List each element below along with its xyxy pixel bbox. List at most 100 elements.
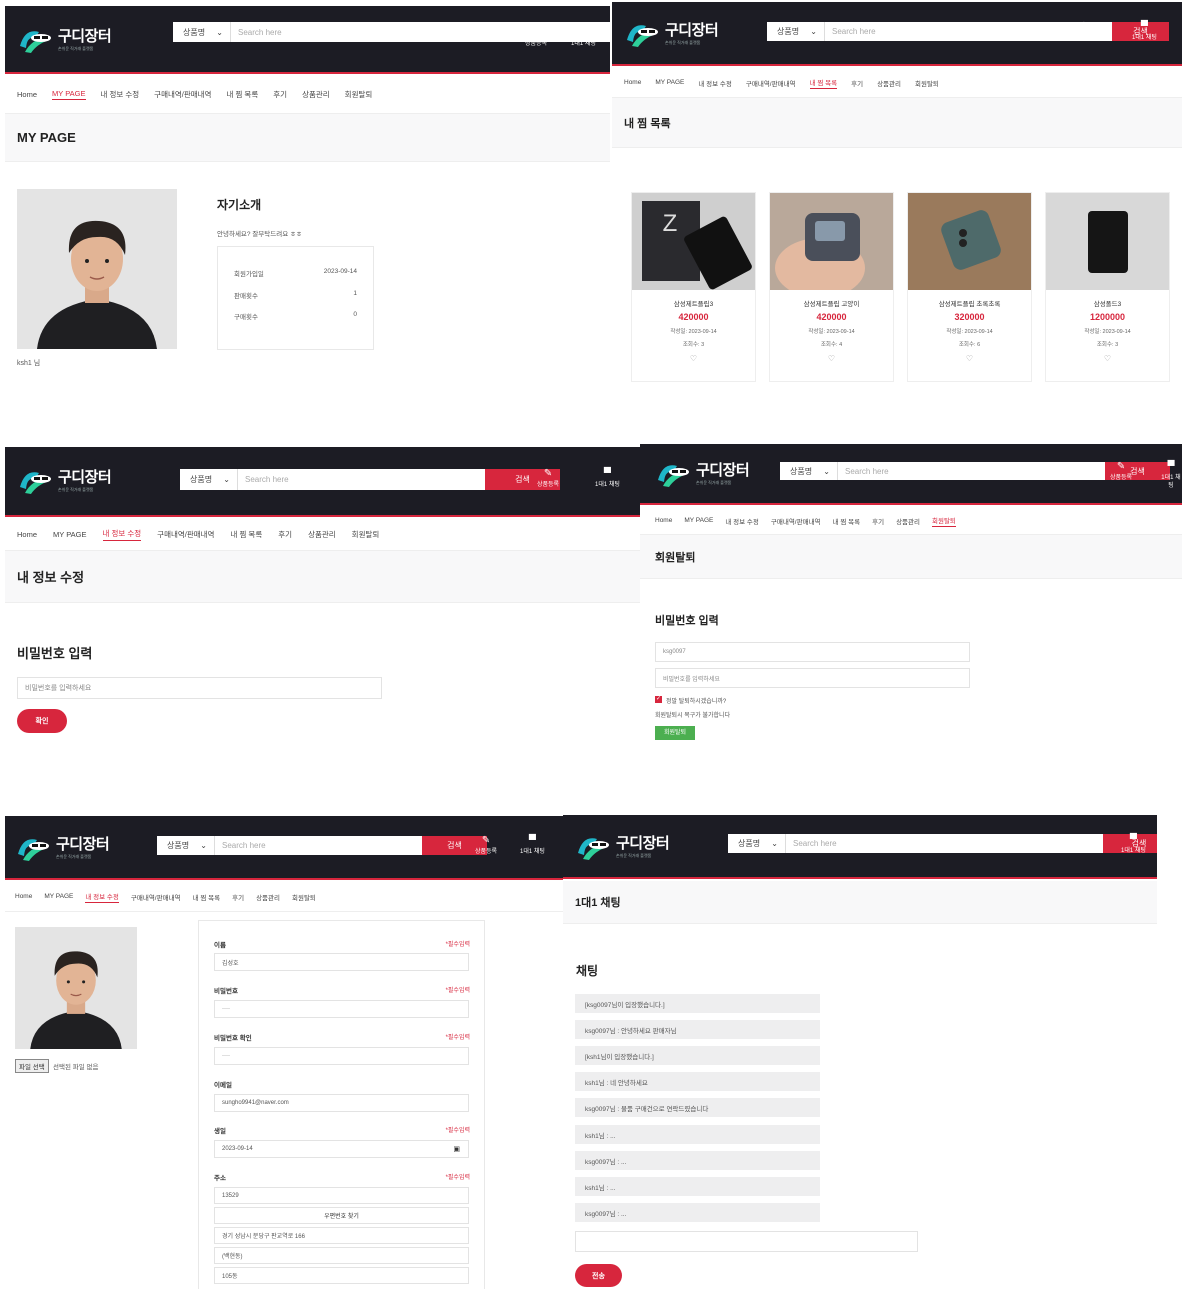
nav-item[interactable]: 후기 [273,89,287,100]
nav-item[interactable]: 회원탈퇴 [931,515,956,527]
search-category-select[interactable]: 상품명 ⌄ [767,22,825,41]
nav-item[interactable]: 내 정보 수정 [102,528,142,541]
birth-input[interactable]: 2023-09-14 ▣ [214,1140,469,1158]
register-product-link[interactable]: ✎ 상품등록 [1110,461,1132,482]
search-category-select[interactable]: 상품명 ⌄ [728,834,786,853]
nav-item[interactable]: 구매내역/판매내역 [131,892,181,902]
site-logo[interactable]: 구디장터 손쉬운 직거래 플랫폼 [17,467,112,495]
chat-link[interactable]: ▀ 1대1 채팅 [1121,834,1146,855]
nav-item[interactable]: 내 정보 수정 [85,891,119,903]
nav-item[interactable]: 상품관리 [302,89,330,100]
register-product-link[interactable]: ✎ 상품등록 [525,27,547,48]
chat-link[interactable]: ▀ 1대1 채팅 [520,835,545,856]
nav-item[interactable]: 내 정보 수정 [101,89,140,100]
search-input[interactable]: Search here [786,834,1103,853]
edit-icon: ✎ [481,835,491,846]
nav-item[interactable]: 후기 [278,529,292,540]
product-card[interactable]: 삼성제트플립 초록초록 320000 작성일: 2023-09-14 조회수: … [907,192,1032,382]
site-logo[interactable]: 구디장터 손쉬운 직거래 플랫폼 [575,833,670,861]
nav-item[interactable]: 후기 [872,516,884,526]
nav-item[interactable]: 회원탈퇴 [292,892,316,902]
register-product-link[interactable]: ✎ 상품등록 [475,835,497,856]
product-card[interactable]: Z 삼성제트플립3 420000 작성일: 2023-09-14 조회수: 3 … [631,192,756,382]
nav-item[interactable]: MY PAGE [44,893,73,900]
password-input[interactable]: 비밀번호를 입력하세요 [17,677,382,699]
nav-item[interactable]: MY PAGE [52,89,86,100]
nav-item[interactable]: Home [624,79,641,86]
site-logo[interactable]: 구디장터 손쉬운 직거래 플랫폼 [624,20,719,48]
confirm-checkbox[interactable]: ✓ [655,696,662,703]
product-card[interactable]: 삼성제트플립 고양이 420000 작성일: 2023-09-14 조회수: 4… [769,192,894,382]
nav-item[interactable]: 상품관리 [308,529,336,540]
search-input[interactable]: Search here [238,469,485,490]
send-button[interactable]: 전송 [575,1264,622,1287]
nav-item[interactable]: 구매내역/판매내역 [157,529,214,540]
search-input[interactable]: Search here [838,462,1105,480]
address-detail-input[interactable]: 105동 [214,1267,469,1284]
nav-item[interactable]: 구매내역/판매내역 [771,516,821,526]
nav-item[interactable]: MY PAGE [53,530,86,539]
nav-item[interactable]: 후기 [232,892,244,902]
password-input[interactable]: 비밀번호를 입력하세요 [655,668,970,688]
nav-item[interactable]: Home [17,530,37,539]
register-product-link[interactable]: ✎ 상품등록 [537,468,559,489]
heart-icon[interactable]: ♡ [908,354,1031,363]
nav-item[interactable]: 회원탈퇴 [352,529,380,540]
chat-link[interactable]: ▀ 1대1 채팅 [1132,21,1157,42]
product-card[interactable]: 삼성폴드3 1200000 작성일: 2023-09-14 조회수: 3 ♡ [1045,192,1170,382]
heart-icon[interactable]: ♡ [770,354,893,363]
chat-input[interactable] [575,1231,918,1252]
nav-item[interactable]: 상품관리 [256,892,280,902]
nav-item[interactable]: Home [655,517,672,524]
file-select-button[interactable]: 파일 선택 [15,1059,49,1073]
chat-link[interactable]: ▀ 1대1 채팅 [595,468,620,489]
nav-item[interactable]: 상품관리 [877,78,901,88]
nav-item[interactable]: 회원탈퇴 [915,78,939,88]
calendar-icon[interactable]: ▣ [453,1145,460,1153]
nav-item[interactable]: 회원탈퇴 [345,89,373,100]
user-id-input[interactable]: ksg0097 [655,642,970,662]
email-input[interactable]: sungho9941@naver.com [214,1094,469,1112]
nav-item[interactable]: Home [15,893,32,900]
site-logo[interactable]: 구디장터 손쉬운 직거래 플랫폼 [15,834,110,862]
chat-link[interactable]: ▀ 1대1 채팅 [571,27,596,48]
site-logo[interactable]: 구디장터 손쉬운 직거래 플랫폼 [17,26,112,54]
register-product-link[interactable]: ✎ 상품등록 [1074,21,1096,42]
search-input[interactable]: Search here [825,22,1112,41]
nav-item[interactable]: 내 정보 수정 [698,78,732,88]
password-confirm-input[interactable]: ···· [214,1047,469,1065]
confirm-button[interactable]: 확인 [17,709,67,733]
address-extra-input[interactable]: (백현동) [214,1247,469,1264]
nav-item[interactable]: 내 찜 목록 [833,516,861,526]
search-input[interactable]: Search here [231,22,610,42]
zipcode-search-button[interactable]: 우편번호 찾기 [214,1207,469,1224]
nav-item[interactable]: 상품관리 [896,516,920,526]
register-product-link[interactable]: ✎ 상품등록 [1063,834,1085,855]
name-input[interactable]: 김성호 [214,953,469,971]
heart-icon[interactable]: ♡ [1046,354,1169,363]
withdraw-button[interactable]: 회원탈퇴 [655,726,695,740]
nav-item[interactable]: 구매내역/판매내역 [154,89,211,100]
address-input[interactable]: 경기 성남시 분당구 판교역로 166 [214,1227,469,1244]
nav-item[interactable]: 구매내역/판매내역 [746,78,796,88]
search-category-select[interactable]: 상품명 ⌄ [157,836,215,855]
nav-item[interactable]: MY PAGE [655,79,684,86]
nav-item[interactable]: 내 찜 목록 [226,89,258,100]
nav-item[interactable]: 내 찜 목록 [809,77,838,89]
site-logo[interactable]: 구디장터 손쉬운 직거래 플랫폼 [655,460,750,488]
nav-item[interactable]: MY PAGE [684,517,713,524]
nav-item[interactable]: 내 찜 목록 [193,892,221,902]
password-input[interactable]: ···· [214,1000,469,1018]
zipcode-input[interactable]: 13529 [214,1187,469,1204]
nav-item[interactable]: 내 찜 목록 [230,529,262,540]
nav-item[interactable]: 내 정보 수정 [725,516,759,526]
search-input[interactable]: Search here [215,836,422,855]
search-category-select[interactable]: 상품명 ⌄ [780,462,838,480]
heart-icon[interactable]: ♡ [632,354,755,363]
nav-item[interactable]: 후기 [851,78,863,88]
search-category-select[interactable]: 상품명 ⌄ [173,22,231,42]
search-category-select[interactable]: 상품명 ⌄ [180,469,238,490]
confirm-text: 정말 탈퇴하시겠습니까? [666,699,727,705]
chat-link[interactable]: ▀ 1대1 채팅 [1160,461,1182,490]
nav-item[interactable]: Home [17,90,37,99]
